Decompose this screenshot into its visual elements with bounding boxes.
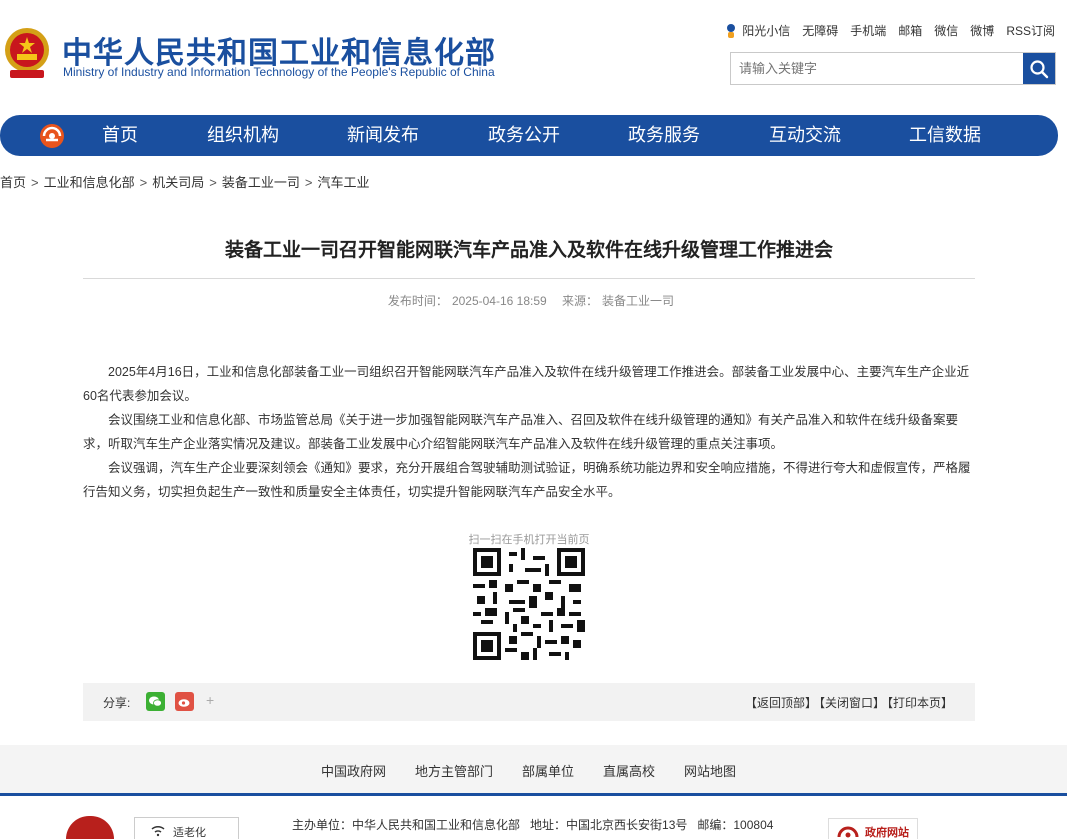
breadcrumb-item-departments[interactable]: 机关司局 (152, 175, 204, 190)
page-actions: 【返回顶部】 【关闭窗口】 【打印本页】 (743, 694, 953, 711)
footer-link-gov[interactable]: 中国政府网 (321, 761, 386, 780)
nav-item-interaction[interactable]: 互动交流 (769, 115, 841, 156)
footer-divider (0, 793, 1067, 796)
gov-website-badge[interactable]: 政府网站 (828, 818, 918, 839)
mascot-icon (727, 23, 736, 38)
top-link-label: 阳光小信 (742, 24, 791, 38)
footer-link-affiliated[interactable]: 部属单位 (522, 761, 574, 780)
top-links: 阳光小信 无障碍 手机端 邮箱 微信 微博 RSS订阅 (724, 22, 1055, 39)
nav-item-gov-affairs[interactable]: 政务公开 (488, 115, 560, 156)
page: 中华人民共和国工业和信息化部 Ministry of Industry and … (0, 0, 1067, 839)
footer-address: 地址：中国北京西长安街13号 (530, 818, 688, 832)
nav-item-news[interactable]: 新闻发布 (347, 115, 419, 156)
header: 中华人民共和国工业和信息化部 Ministry of Industry and … (0, 0, 1067, 110)
breadcrumb-separator: > (31, 175, 39, 190)
top-link-wechat[interactable]: 微信 (934, 22, 958, 39)
top-link-yangguang[interactable]: 阳光小信 (724, 22, 790, 39)
search-button[interactable] (1023, 53, 1055, 84)
footer-postcode: 邮编：100804 (697, 818, 774, 832)
main-nav: 首页 组织机构 新闻发布 政务公开 政务服务 互动交流 工信数据 (0, 115, 1058, 156)
elderly-badge-label: 适老化 (173, 827, 206, 839)
search-icon (1030, 59, 1049, 78)
article-meta: 发布时间： 2025-04-16 18:59 来源： 装备工业一司 (83, 292, 975, 309)
breadcrumb-separator: > (304, 175, 313, 190)
footer-link-universities[interactable]: 直属高校 (603, 761, 655, 780)
top-link-mobile[interactable]: 手机端 (850, 22, 886, 39)
share-bar: 分享: + 【返回顶部】 【关闭窗口】 【打印本页】 (83, 683, 975, 721)
qr-code (473, 548, 585, 660)
site-subtitle: Ministry of Industry and Information Tec… (63, 65, 495, 79)
footer-sponsor: 主办单位：中华人民共和国工业和信息化部 (292, 818, 521, 832)
footer-link-local[interactable]: 地方主管部门 (415, 761, 493, 780)
nav-item-data[interactable]: 工信数据 (909, 115, 981, 156)
breadcrumb-item-ministry[interactable]: 工业和信息化部 (44, 175, 135, 190)
top-link-mail[interactable]: 邮箱 (898, 22, 922, 39)
article-paragraph: 会议强调，汽车生产企业要深刻领会《通知》要求，充分开展组合驾驶辅助测试验证，明确… (83, 461, 971, 499)
national-emblem-icon (5, 28, 49, 78)
share-more-icon[interactable]: + (206, 692, 214, 708)
publish-time: 2025-04-16 18:59 (451, 294, 547, 308)
party-gov-badge-icon[interactable] (66, 816, 114, 839)
miit-logo-icon (40, 124, 64, 148)
back-to-top-link[interactable]: 【返回顶部】 (745, 696, 817, 710)
breadcrumb-separator: > (139, 175, 148, 190)
print-page-link[interactable]: 【打印本页】 (887, 696, 953, 710)
source-label: 来源： (562, 294, 599, 308)
top-link-rss[interactable]: RSS订阅 (1006, 22, 1055, 39)
weibo-share-icon[interactable] (175, 692, 194, 711)
breadcrumb-item-home[interactable]: 首页 (0, 175, 26, 190)
title-divider (83, 278, 975, 279)
close-window-link[interactable]: 【关闭窗口】 (819, 696, 885, 710)
qr-caption: 扫一扫在手机打开当前页 (468, 534, 590, 546)
breadcrumb-item-equipment-dept[interactable]: 装备工业一司 (222, 175, 300, 190)
breadcrumb-item-auto[interactable]: 汽车工业 (317, 175, 369, 190)
elderly-friendly-badge[interactable]: 适老化 (134, 817, 239, 839)
source-value: 装备工业一司 (602, 294, 675, 308)
wifi-icon (151, 825, 165, 837)
search-input[interactable] (731, 53, 1024, 84)
publish-label: 发布时间： (387, 294, 448, 308)
footer-link-sitemap[interactable]: 网站地图 (684, 761, 736, 780)
share-label: 分享: (103, 696, 131, 710)
article-body: 2025年4月16日，工业和信息化部装备工业一司组织召开智能网联汽车产品准入及软… (83, 360, 975, 504)
nav-item-home[interactable]: 首页 (102, 115, 138, 156)
wechat-share-icon[interactable] (146, 692, 165, 711)
top-link-accessibility[interactable]: 无障碍 (802, 22, 838, 39)
gov-badge-label: 政府网站 (865, 827, 909, 839)
breadcrumb-separator: > (209, 175, 217, 190)
nav-item-gov-services[interactable]: 政务服务 (628, 115, 700, 156)
article-title: 装备工业一司召开智能网联汽车产品准入及软件在线升级管理工作推进会 (224, 240, 833, 261)
gov-site-icon (837, 826, 859, 838)
breadcrumb: 首页 > 工业和信息化部 > 机关司局 > 装备工业一司 > 汽车工业 (0, 172, 369, 191)
search-box (730, 52, 1056, 85)
top-link-weibo[interactable]: 微博 (970, 22, 994, 39)
footer-links: 中国政府网 地方主管部门 部属单位 直属高校 网站地图 (0, 745, 1067, 793)
footer-info: 主办单位：中华人民共和国工业和信息化部 地址：中国北京西长安街13号 邮编：1008… (292, 816, 783, 833)
nav-item-organization[interactable]: 组织机构 (207, 115, 279, 156)
article-paragraph: 2025年4月16日，工业和信息化部装备工业一司组织召开智能网联汽车产品准入及软… (83, 365, 970, 403)
article-paragraph: 会议围绕工业和信息化部、市场监管总局《关于进一步加强智能网联汽车产品准入、召回及… (83, 413, 959, 451)
